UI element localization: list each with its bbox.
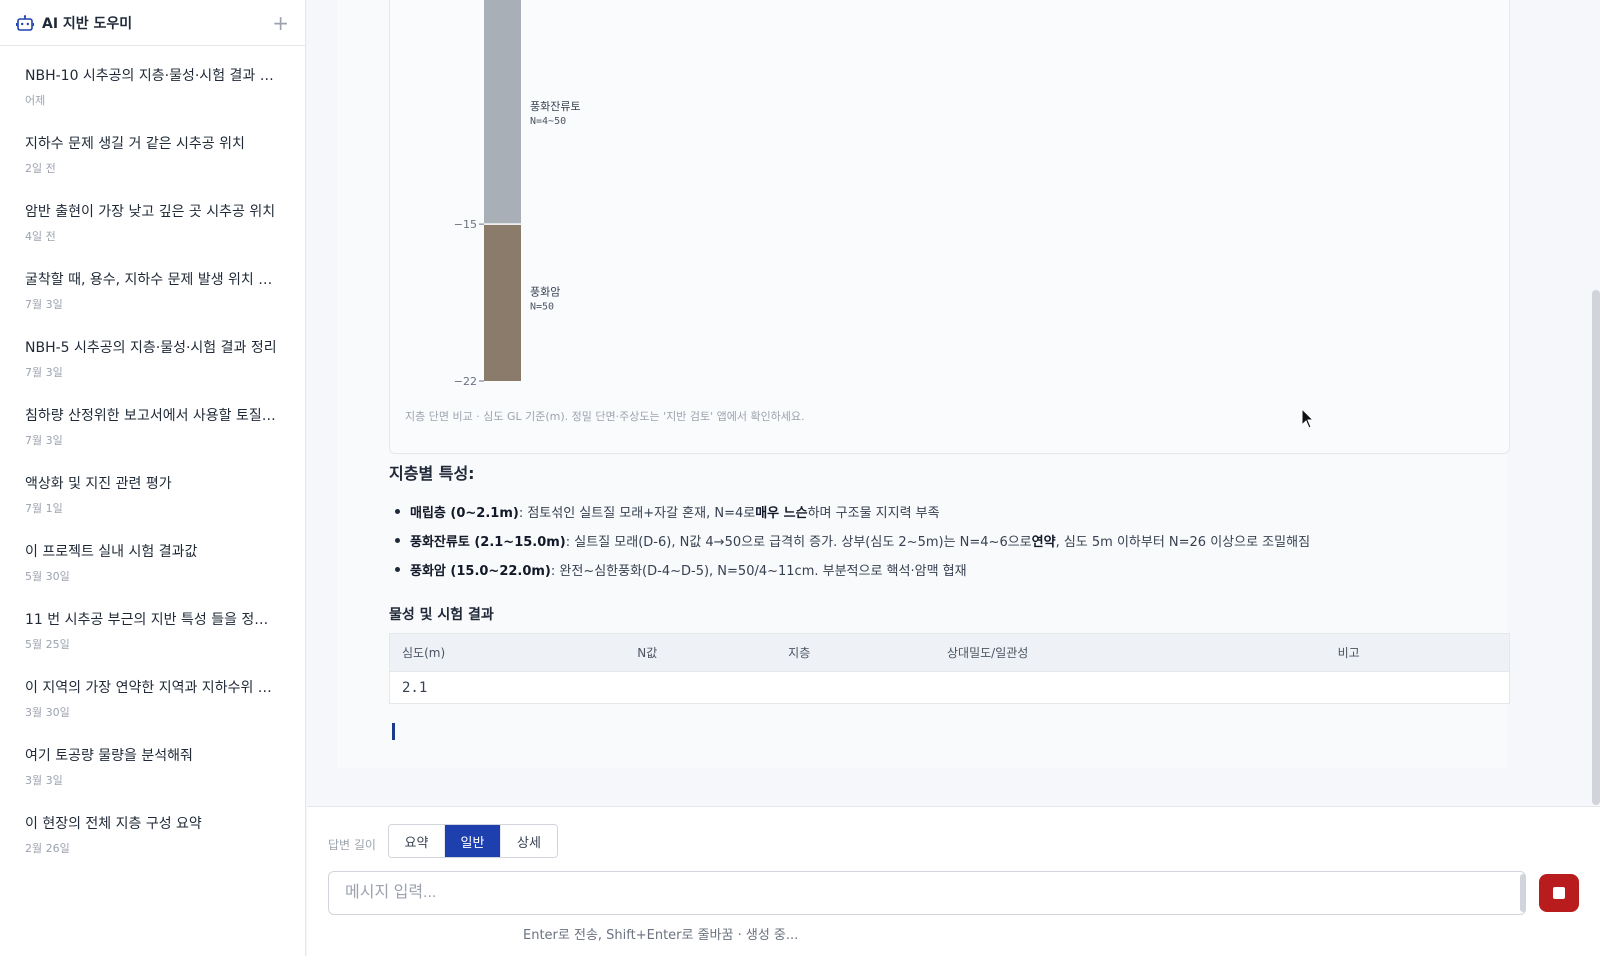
results-table: 심도(m) N값 지층 상대밀도/일관성 비고 2.1: [389, 633, 1510, 704]
strata-layer-bar: [484, 0, 521, 225]
bullet-bold: 풍화암 (15.0~22.0m): [410, 564, 551, 579]
strata-layer-bar: [484, 224, 521, 381]
sidebar-conversation-item[interactable]: 침하량 산정위한 보고서에서 사용할 토질정수 7월 3일: [0, 400, 305, 468]
mouse-pointer-icon: [1301, 408, 1315, 429]
message-input[interactable]: [328, 871, 1526, 915]
conversation-date: 2일 전: [25, 162, 56, 175]
chart-caption: 지층 단면 비교 · 심도 GL 기준(m). 정밀 단면·주상도는 '지반 검…: [405, 410, 805, 423]
conversation-date: 2월 26일: [25, 842, 70, 855]
sub-title: 물성 및 시험 결과: [389, 607, 494, 623]
table-header-cell: 상대밀도/일관성: [935, 633, 1326, 672]
sidebar-conversation-item[interactable]: 이 지역의 가장 연약한 지역과 지하수위 분석 3월 30일: [0, 672, 305, 740]
conversation-date: 3월 30일: [25, 706, 70, 719]
layer-name-label: 풍화잔류토: [530, 100, 581, 113]
sidebar-conversation-item[interactable]: 이 프로젝트 실내 시험 결과값 5월 30일: [0, 536, 305, 604]
conversation-date: 5월 25일: [25, 638, 70, 651]
robot-icon: [16, 13, 36, 33]
sidebar-conversation-item[interactable]: 여기 토공량 물량을 분석해줘 3월 3일: [0, 740, 305, 808]
conversation-date: 3월 3일: [25, 774, 63, 787]
conversation-date: 7월 3일: [25, 366, 63, 379]
conversation-title: 암반 출현이 가장 낮고 깊은 곳 시추공 위치: [25, 204, 276, 220]
length-option-button[interactable]: 상세: [501, 825, 557, 857]
sidebar-conversation-item[interactable]: 11 번 시추공 부근의 지반 특성 들을 정리해줘 5월 25일: [0, 604, 305, 672]
bullet-bold2: 매우 느슨: [755, 506, 808, 521]
conversation-title: 이 현장의 전체 지층 구성 요약: [25, 816, 202, 832]
strata-bullet: 매립층 (0~2.1m): 점토섞인 실트질 모래+자갈 혼재, N=4로 매우…: [389, 497, 1310, 526]
layer-nvalue-label: N=50: [530, 302, 554, 313]
length-toggle: 요약 일반 상세: [388, 824, 558, 858]
table-row: 2.1: [390, 672, 1510, 704]
strata-bullet: 풍화암 (15.0~22.0m): 완전~심한풍화(D-4~D-5), N=50…: [389, 555, 1310, 584]
table-cell: 2.1: [402, 679, 428, 696]
table-header-cell: 심도(m): [389, 633, 626, 672]
conversation-title: 액상화 및 지진 관련 평가: [25, 476, 172, 492]
table-cell: [776, 672, 935, 704]
conversation-title: NBH-10 시추공의 지층·물성·시험 결과 정리: [25, 68, 281, 84]
y-tick-label: −15: [454, 218, 477, 231]
conversation-title: 여기 토공량 물량을 분석해줘: [25, 748, 193, 764]
conversation-title: 이 프로젝트 실내 시험 결과값: [25, 544, 198, 560]
conversation-date: 7월 3일: [25, 298, 63, 311]
input-scrollbar: [1520, 874, 1526, 912]
assistant-message: 풍화잔류토 N=4~50 풍화암 N=50 −15 −22 지층 단면 비교 · 심도 G…: [337, 0, 1510, 768]
conversation-list: NBH-10 시추공의 지층·물성·시험 결과 정리어제지하수 문제 생길 거 …: [0, 46, 305, 876]
sidebar-header: AI 지반 도우미 +: [0, 0, 305, 46]
section-title: 지층별 특성:: [389, 464, 475, 483]
scrollbar[interactable]: [1592, 290, 1600, 805]
table-cell: [1326, 672, 1510, 704]
layer-name-label: 풍화암: [530, 286, 560, 299]
y-tick-label: −22: [454, 375, 477, 388]
bullet-text2: 하며 구조물 지지력 부족: [807, 506, 940, 521]
sidebar-conversation-item[interactable]: 이 현장의 전체 지층 구성 요약 2월 26일: [0, 808, 305, 876]
composer: 답변 길이 요약일반상세 Enter로 전송, Shift+Enter로 줄바꿈…: [307, 806, 1600, 956]
sidebar: AI 지반 도우미 + NBH-10 시추공의 지층·물성·시험 결과 정리어제…: [0, 0, 306, 956]
sidebar-conversation-item[interactable]: NBH-5 시추공의 지층·물성·시험 결과 정리 7월 3일: [0, 332, 305, 400]
table-header-row: 심도(m) N값 지층 상대밀도/일관성 비고: [389, 633, 1510, 672]
bullet-text: : 점토섞인 실트질 모래+자갈 혼재, N=4로: [518, 506, 756, 521]
table-header-cell: 비고: [1325, 633, 1510, 672]
conversation-date: 어제: [25, 94, 46, 107]
stop-icon: [1553, 887, 1565, 899]
strata-chart-svg: 풍화잔류토 N=4~50 풍화암 N=50 −15 −22: [454, 0, 581, 388]
conversation-title: 침하량 산정위한 보고서에서 사용할 토질정수: [25, 408, 281, 424]
strata-bullet: 풍화잔류토 (2.1~15.0m): 실트질 모래(D-6), N값 4→50으…: [389, 526, 1310, 555]
bullet-bold: 풍화잔류토 (2.1~15.0m): [410, 535, 566, 550]
input-hint: Enter로 전송, Shift+Enter로 줄바꿈 · 생성 중...: [523, 928, 799, 943]
table-cell: [625, 672, 776, 704]
bullet-text: : 실트질 모래(D-6), N값 4→50으로 급격히 증가. 상부(심도 2…: [565, 535, 1032, 550]
conversation-date: 7월 1일: [25, 502, 63, 515]
length-option-button[interactable]: 요약: [389, 825, 445, 857]
conversation-title: NBH-5 시추공의 지층·물성·시험 결과 정리: [25, 340, 277, 356]
conversation-title: 이 지역의 가장 연약한 지역과 지하수위 분석: [25, 680, 281, 696]
table-header-cell: 지층: [776, 633, 936, 672]
chat-area: 풍화잔류토 N=4~50 풍화암 N=50 −15 −22 지층 단면 비교 · 심도 G…: [307, 0, 1600, 806]
strata-chart: 풍화잔류토 N=4~50 풍화암 N=50 −15 −22 지층 단면 비교 · 심도 G…: [389, 0, 1510, 454]
plus-icon[interactable]: +: [272, 13, 289, 33]
length-option-button[interactable]: 일반: [445, 825, 501, 857]
conversation-title: 11 번 시추공 부근의 지반 특성 들을 정리해줘: [25, 612, 281, 628]
conversation-date: 5월 30일: [25, 570, 70, 583]
sidebar-conversation-item[interactable]: NBH-10 시추공의 지층·물성·시험 결과 정리어제: [0, 60, 305, 128]
bullet-text2: , 심도 5m 이하부터 N=26 이상으로 조밀해짐: [1055, 535, 1311, 550]
conversation-title: 지하수 문제 생길 거 같은 시추공 위치: [25, 136, 245, 152]
conversation-date: 4일 전: [25, 230, 56, 243]
conversation-title: 굴착할 때, 용수, 지하수 문제 발생 위치 분석: [25, 272, 281, 288]
strata-bullets: 매립층 (0~2.1m): 점토섞인 실트질 모래+자갈 혼재, N=4로 매우…: [389, 497, 1310, 584]
app-title: AI 지반 도우미: [42, 15, 133, 32]
sidebar-conversation-item[interactable]: 지하수 문제 생길 거 같은 시추공 위치 2일 전: [0, 128, 305, 196]
length-label: 답변 길이: [328, 838, 376, 852]
layer-nvalue-label: N=4~50: [530, 116, 566, 127]
sidebar-conversation-item[interactable]: 액상화 및 지진 관련 평가 7월 1일: [0, 468, 305, 536]
bullet-text: : 완전~심한풍화(D-4~D-5), N=50/4~11cm. 부분적으로 핵…: [550, 564, 967, 579]
sidebar-conversation-item[interactable]: 굴착할 때, 용수, 지하수 문제 발생 위치 분석 7월 3일: [0, 264, 305, 332]
typing-cursor: [392, 723, 395, 740]
table-cell: [935, 672, 1326, 704]
bullet-bold2: 연약: [1031, 535, 1056, 550]
sidebar-conversation-item[interactable]: 암반 출현이 가장 낮고 깊은 곳 시추공 위치 4일 전: [0, 196, 305, 264]
stop-button[interactable]: [1539, 874, 1579, 912]
conversation-date: 7월 3일: [25, 434, 63, 447]
table-header-cell: N값: [625, 633, 777, 672]
bullet-bold: 매립층 (0~2.1m): [410, 506, 519, 521]
